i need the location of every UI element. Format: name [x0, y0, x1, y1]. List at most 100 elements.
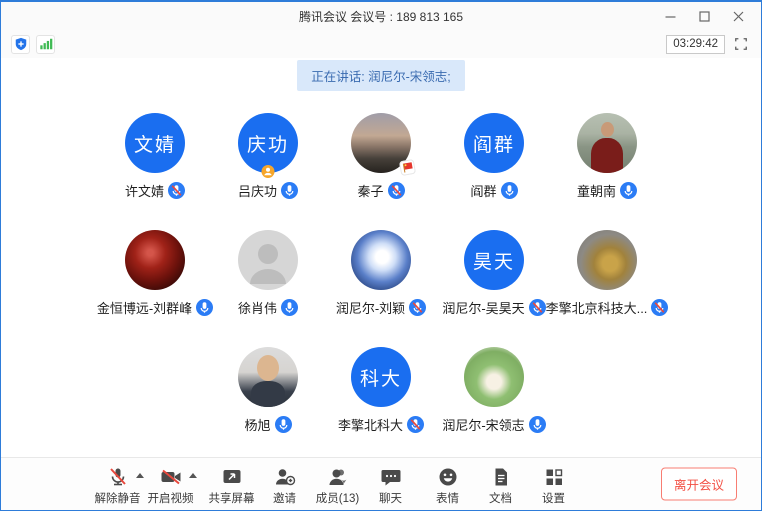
mic-muted-icon: [107, 463, 129, 488]
mic-muted-icon: [388, 182, 405, 199]
mic-on-icon: [501, 182, 518, 199]
tool-label: 设置: [542, 490, 565, 506]
avatar: 庆功: [238, 113, 298, 173]
avatar: [238, 347, 298, 407]
participant-tile[interactable]: 庆功 吕庆功: [212, 113, 325, 200]
participant-tile[interactable]: 文婧 许文婧: [99, 113, 212, 200]
settings-icon: [543, 463, 565, 488]
participants-row-2: 金恒博远-刘群峰 徐肖伟 润尼尔-刘颖 昊天 润尼尔-吴: [1, 230, 761, 317]
chat-button[interactable]: 聊天: [364, 463, 417, 506]
network-signal-icon[interactable]: [36, 35, 55, 54]
document-icon: [490, 463, 512, 488]
avatar: 阎群: [464, 113, 524, 173]
invite-icon: [274, 463, 296, 488]
share-screen-button[interactable]: 共享屏幕: [205, 463, 258, 506]
leave-meeting-button[interactable]: 离开会议: [661, 468, 737, 501]
participant-name: 润尼尔-吴昊天: [442, 298, 524, 317]
mic-muted-icon: [651, 299, 668, 316]
participant-name: 童朝南: [577, 181, 616, 200]
participant-tile[interactable]: 秦子: [325, 113, 438, 200]
emoji-button[interactable]: 表情: [421, 463, 474, 506]
invite-button[interactable]: 邀请: [258, 463, 311, 506]
avatar: [577, 230, 637, 290]
maximize-icon[interactable]: [691, 6, 717, 26]
avatar: 科大: [351, 347, 411, 407]
tool-label: 表情: [436, 490, 459, 506]
participant-tile[interactable]: 杨旭: [212, 347, 325, 434]
speaking-banner: 正在讲话: 润尼尔-宋领志;: [297, 60, 465, 91]
person-silhouette-icon: [238, 230, 298, 290]
status-bar: 03:29:42: [1, 30, 761, 58]
mic-options-caret-icon[interactable]: [136, 473, 144, 478]
participants-row-3: 杨旭 科大 李擎北科大 润尼尔-宋领志: [1, 347, 761, 434]
start-video-button[interactable]: 开启视频: [144, 463, 197, 506]
security-shield-icon[interactable]: [11, 35, 30, 54]
participant-name: 润尼尔-宋领志: [442, 415, 524, 434]
minimize-icon[interactable]: [657, 6, 683, 26]
tool-label: 开启视频: [148, 490, 194, 506]
titlebar: 腾讯会议 会议号 : 189 813 165: [1, 2, 761, 30]
participants-area: 正在讲话: 润尼尔-宋领志; 文婧 许文婧 庆功 吕庆功: [1, 58, 761, 457]
participant-name: 阎群: [470, 181, 496, 200]
video-options-caret-icon[interactable]: [189, 473, 197, 478]
tool-label: 共享屏幕: [209, 490, 255, 506]
window-title: 腾讯会议 会议号 : 189 813 165: [1, 8, 761, 25]
document-button[interactable]: 文档: [474, 463, 527, 506]
participant-tile[interactable]: 昊天 润尼尔-吴昊天: [438, 230, 551, 317]
members-icon: [327, 463, 349, 488]
fullscreen-icon[interactable]: [731, 34, 751, 54]
participant-name: 吕庆功: [238, 181, 277, 200]
tool-label: 文档: [489, 490, 512, 506]
host-badge-icon: [262, 165, 275, 178]
unmute-button[interactable]: 解除静音: [91, 463, 144, 506]
participant-name: 杨旭: [244, 415, 270, 434]
participant-name: 李擎北京科技大...: [546, 298, 648, 317]
tool-label: 解除静音: [95, 490, 141, 506]
mic-on-icon: [275, 416, 292, 433]
members-button[interactable]: 成员(13): [311, 463, 364, 506]
avatar: [577, 113, 637, 173]
participants-row-1: 文婧 许文婧 庆功 吕庆功 秦子: [1, 113, 761, 200]
mic-muted-icon: [529, 299, 546, 316]
tool-label: 成员(13): [316, 490, 359, 506]
participant-name: 李擎北科大: [338, 415, 403, 434]
avatar: [351, 230, 411, 290]
tool-label: 邀请: [273, 490, 296, 506]
participant-tile[interactable]: 金恒博远-刘群峰: [99, 230, 212, 317]
emoji-icon: [437, 463, 459, 488]
settings-button[interactable]: 设置: [527, 463, 580, 506]
avatar: 昊天: [464, 230, 524, 290]
mic-on-icon: [620, 182, 637, 199]
flag-sticker-icon: [399, 159, 416, 176]
participant-tile[interactable]: 科大 李擎北科大: [325, 347, 438, 434]
meeting-window: 腾讯会议 会议号 : 189 813 165 03:29:42 正在讲话:: [0, 0, 762, 511]
participant-name: 润尼尔-刘颖: [336, 298, 405, 317]
meeting-timer: 03:29:42: [666, 35, 725, 54]
participant-tile[interactable]: 徐肖伟: [212, 230, 325, 317]
tool-label: 聊天: [379, 490, 402, 506]
avatar: 文婧: [125, 113, 185, 173]
avatar: [464, 347, 524, 407]
chat-icon: [380, 463, 402, 488]
mic-on-icon: [281, 182, 298, 199]
participant-tile[interactable]: 润尼尔-宋领志: [438, 347, 551, 434]
mic-muted-icon: [168, 182, 185, 199]
participant-name: 徐肖伟: [238, 298, 277, 317]
camera-off-icon: [160, 463, 182, 488]
participant-name: 秦子: [357, 181, 383, 200]
participant-tile[interactable]: 润尼尔-刘颖: [325, 230, 438, 317]
avatar: [125, 230, 185, 290]
share-screen-icon: [221, 463, 243, 488]
participant-tile[interactable]: 李擎北京科技大...: [551, 230, 664, 317]
bottom-toolbar: 解除静音 开启视频 共享屏幕 邀请 成员(13): [1, 457, 761, 510]
participant-name: 金恒博远-刘群峰: [97, 298, 192, 317]
close-icon[interactable]: [725, 6, 751, 26]
participant-name: 许文婧: [125, 181, 164, 200]
mic-on-icon: [281, 299, 298, 316]
participant-tile[interactable]: 阎群 阎群: [438, 113, 551, 200]
mic-muted-icon: [409, 299, 426, 316]
mic-on-icon: [529, 416, 546, 433]
window-controls: [657, 6, 761, 26]
avatar-placeholder: [238, 230, 298, 290]
participant-tile[interactable]: 童朝南: [551, 113, 664, 200]
